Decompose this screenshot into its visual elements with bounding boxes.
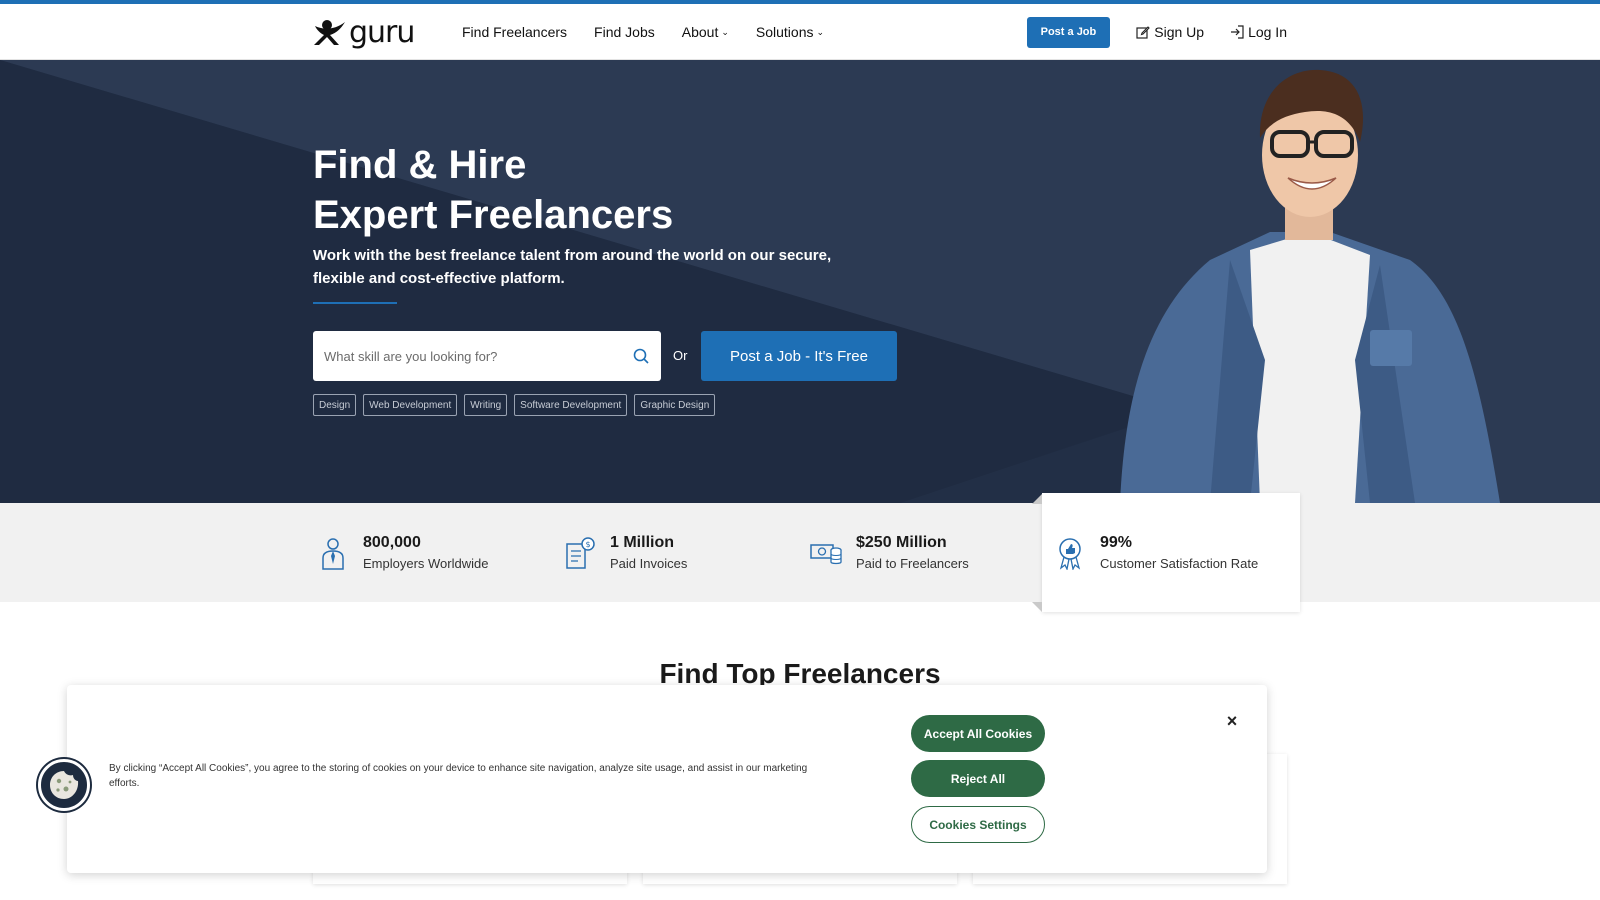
guru-logo[interactable]: guru bbox=[313, 14, 415, 50]
hero-title: Find & Hire Expert Freelancers bbox=[313, 140, 673, 240]
guru-logo-icon bbox=[314, 20, 345, 45]
stat-invoices: $ 1 Million Paid Invoices bbox=[564, 503, 687, 602]
nav-find-jobs[interactable]: Find Jobs bbox=[594, 24, 655, 40]
stat-text: 99% Customer Satisfaction Rate bbox=[1100, 532, 1258, 574]
post-job-button[interactable]: Post a Job bbox=[1026, 16, 1111, 48]
nav-label: Find Freelancers bbox=[462, 24, 568, 40]
hero-subtitle: Work with the best freelance talent from… bbox=[313, 247, 832, 287]
nav-solutions[interactable]: Solutions ⌄ bbox=[756, 24, 824, 40]
stat-value: 99% bbox=[1100, 533, 1133, 551]
log-in-link[interactable]: Log In bbox=[1230, 24, 1287, 40]
hero-title-line2: Expert Freelancers bbox=[313, 193, 674, 237]
stat-label: Paid to Freelancers bbox=[856, 555, 969, 571]
tag-graphic-design[interactable]: Graphic Design bbox=[634, 394, 716, 416]
accept-all-cookies-button[interactable]: Accept All Cookies bbox=[911, 715, 1045, 752]
hero-section: Find & Hire Expert Freelancers Work with… bbox=[0, 60, 1600, 503]
sign-up-label: Sign Up bbox=[1154, 24, 1205, 40]
cookie-icon bbox=[50, 771, 79, 799]
stat-employers: 800,000 Employers Worldwide bbox=[317, 503, 488, 602]
svg-text:$: $ bbox=[585, 540, 590, 549]
sign-up-link[interactable]: Sign Up bbox=[1136, 24, 1204, 40]
header-actions: Post a Job Sign Up Log In bbox=[1026, 4, 1287, 60]
stat-label: Paid Invoices bbox=[610, 555, 688, 571]
tag-design[interactable]: Design bbox=[313, 394, 357, 416]
login-icon bbox=[1231, 25, 1244, 39]
stat-label: Employers Worldwide bbox=[363, 555, 489, 571]
stats-band: 800,000 Employers Worldwide $ 1 Million … bbox=[0, 493, 1600, 612]
stat-text: $250 Million Paid to Freelancers bbox=[856, 532, 969, 574]
chevron-down-icon: ⌄ bbox=[721, 26, 729, 37]
stat-satisfaction-card: 99% Customer Satisfaction Rate bbox=[1042, 493, 1300, 612]
cookies-settings-button[interactable]: Cookies Settings bbox=[911, 806, 1045, 843]
freelancer-photo bbox=[1120, 69, 1500, 503]
nav-find-freelancers[interactable]: Find Freelancers bbox=[462, 24, 567, 40]
main-nav: Find Freelancers Find Jobs About ⌄ Soluti… bbox=[462, 4, 824, 60]
card-fold-top bbox=[1032, 494, 1042, 504]
nav-about[interactable]: About ⌄ bbox=[682, 24, 729, 40]
hero-divider bbox=[313, 302, 397, 304]
reject-all-button[interactable]: Reject All bbox=[911, 760, 1045, 797]
card-fold-bottom bbox=[1032, 602, 1042, 612]
or-label: Or bbox=[673, 348, 688, 363]
close-icon[interactable]: × bbox=[1225, 712, 1239, 730]
chevron-down-icon: ⌄ bbox=[816, 26, 825, 37]
nav-label: Find Jobs bbox=[594, 24, 655, 40]
skill-search-box bbox=[313, 331, 661, 381]
log-in-label: Log In bbox=[1248, 24, 1287, 40]
employer-icon bbox=[322, 537, 344, 570]
tag-web-development[interactable]: Web Development bbox=[363, 394, 458, 416]
stat-label: Customer Satisfaction Rate bbox=[1100, 555, 1259, 571]
cookie-banner: By clicking “Accept All Cookies”, you ag… bbox=[67, 685, 1267, 873]
stat-text: 1 Million Paid Invoices bbox=[610, 532, 687, 574]
site-header: guru Find Freelancers Find Jobs About ⌄ S… bbox=[0, 4, 1600, 60]
nav-label: Solutions bbox=[755, 24, 814, 40]
stat-value: 1 Million bbox=[610, 533, 674, 551]
logo-text: guru bbox=[349, 14, 415, 50]
hero-title-line1: Find & Hire bbox=[313, 143, 527, 187]
cookie-preferences-badge[interactable] bbox=[38, 759, 90, 811]
stat-paid: $250 Million Paid to Freelancers bbox=[810, 503, 969, 602]
skill-search-input[interactable] bbox=[313, 331, 613, 381]
cookie-consent-text: By clicking “Accept All Cookies”, you ag… bbox=[109, 763, 808, 789]
edit-icon bbox=[1136, 26, 1151, 39]
popular-skill-tags: Design Web Development Writing Software … bbox=[313, 394, 716, 416]
stat-satisfaction: 99% Customer Satisfaction Rate bbox=[1054, 493, 1258, 612]
money-icon bbox=[810, 543, 842, 564]
tag-software-development[interactable]: Software Development bbox=[514, 394, 628, 416]
award-icon bbox=[1059, 537, 1081, 570]
stat-text: 800,000 Employers Worldwide bbox=[363, 532, 488, 574]
search-icon[interactable] bbox=[633, 348, 649, 364]
tag-writing[interactable]: Writing bbox=[464, 394, 508, 416]
stat-value: $250 Million bbox=[856, 533, 947, 551]
stat-value: 800,000 bbox=[363, 533, 421, 551]
invoice-icon: $ bbox=[566, 536, 595, 569]
nav-label: About bbox=[681, 24, 719, 40]
post-job-free-button[interactable]: Post a Job - It's Free bbox=[701, 331, 897, 381]
